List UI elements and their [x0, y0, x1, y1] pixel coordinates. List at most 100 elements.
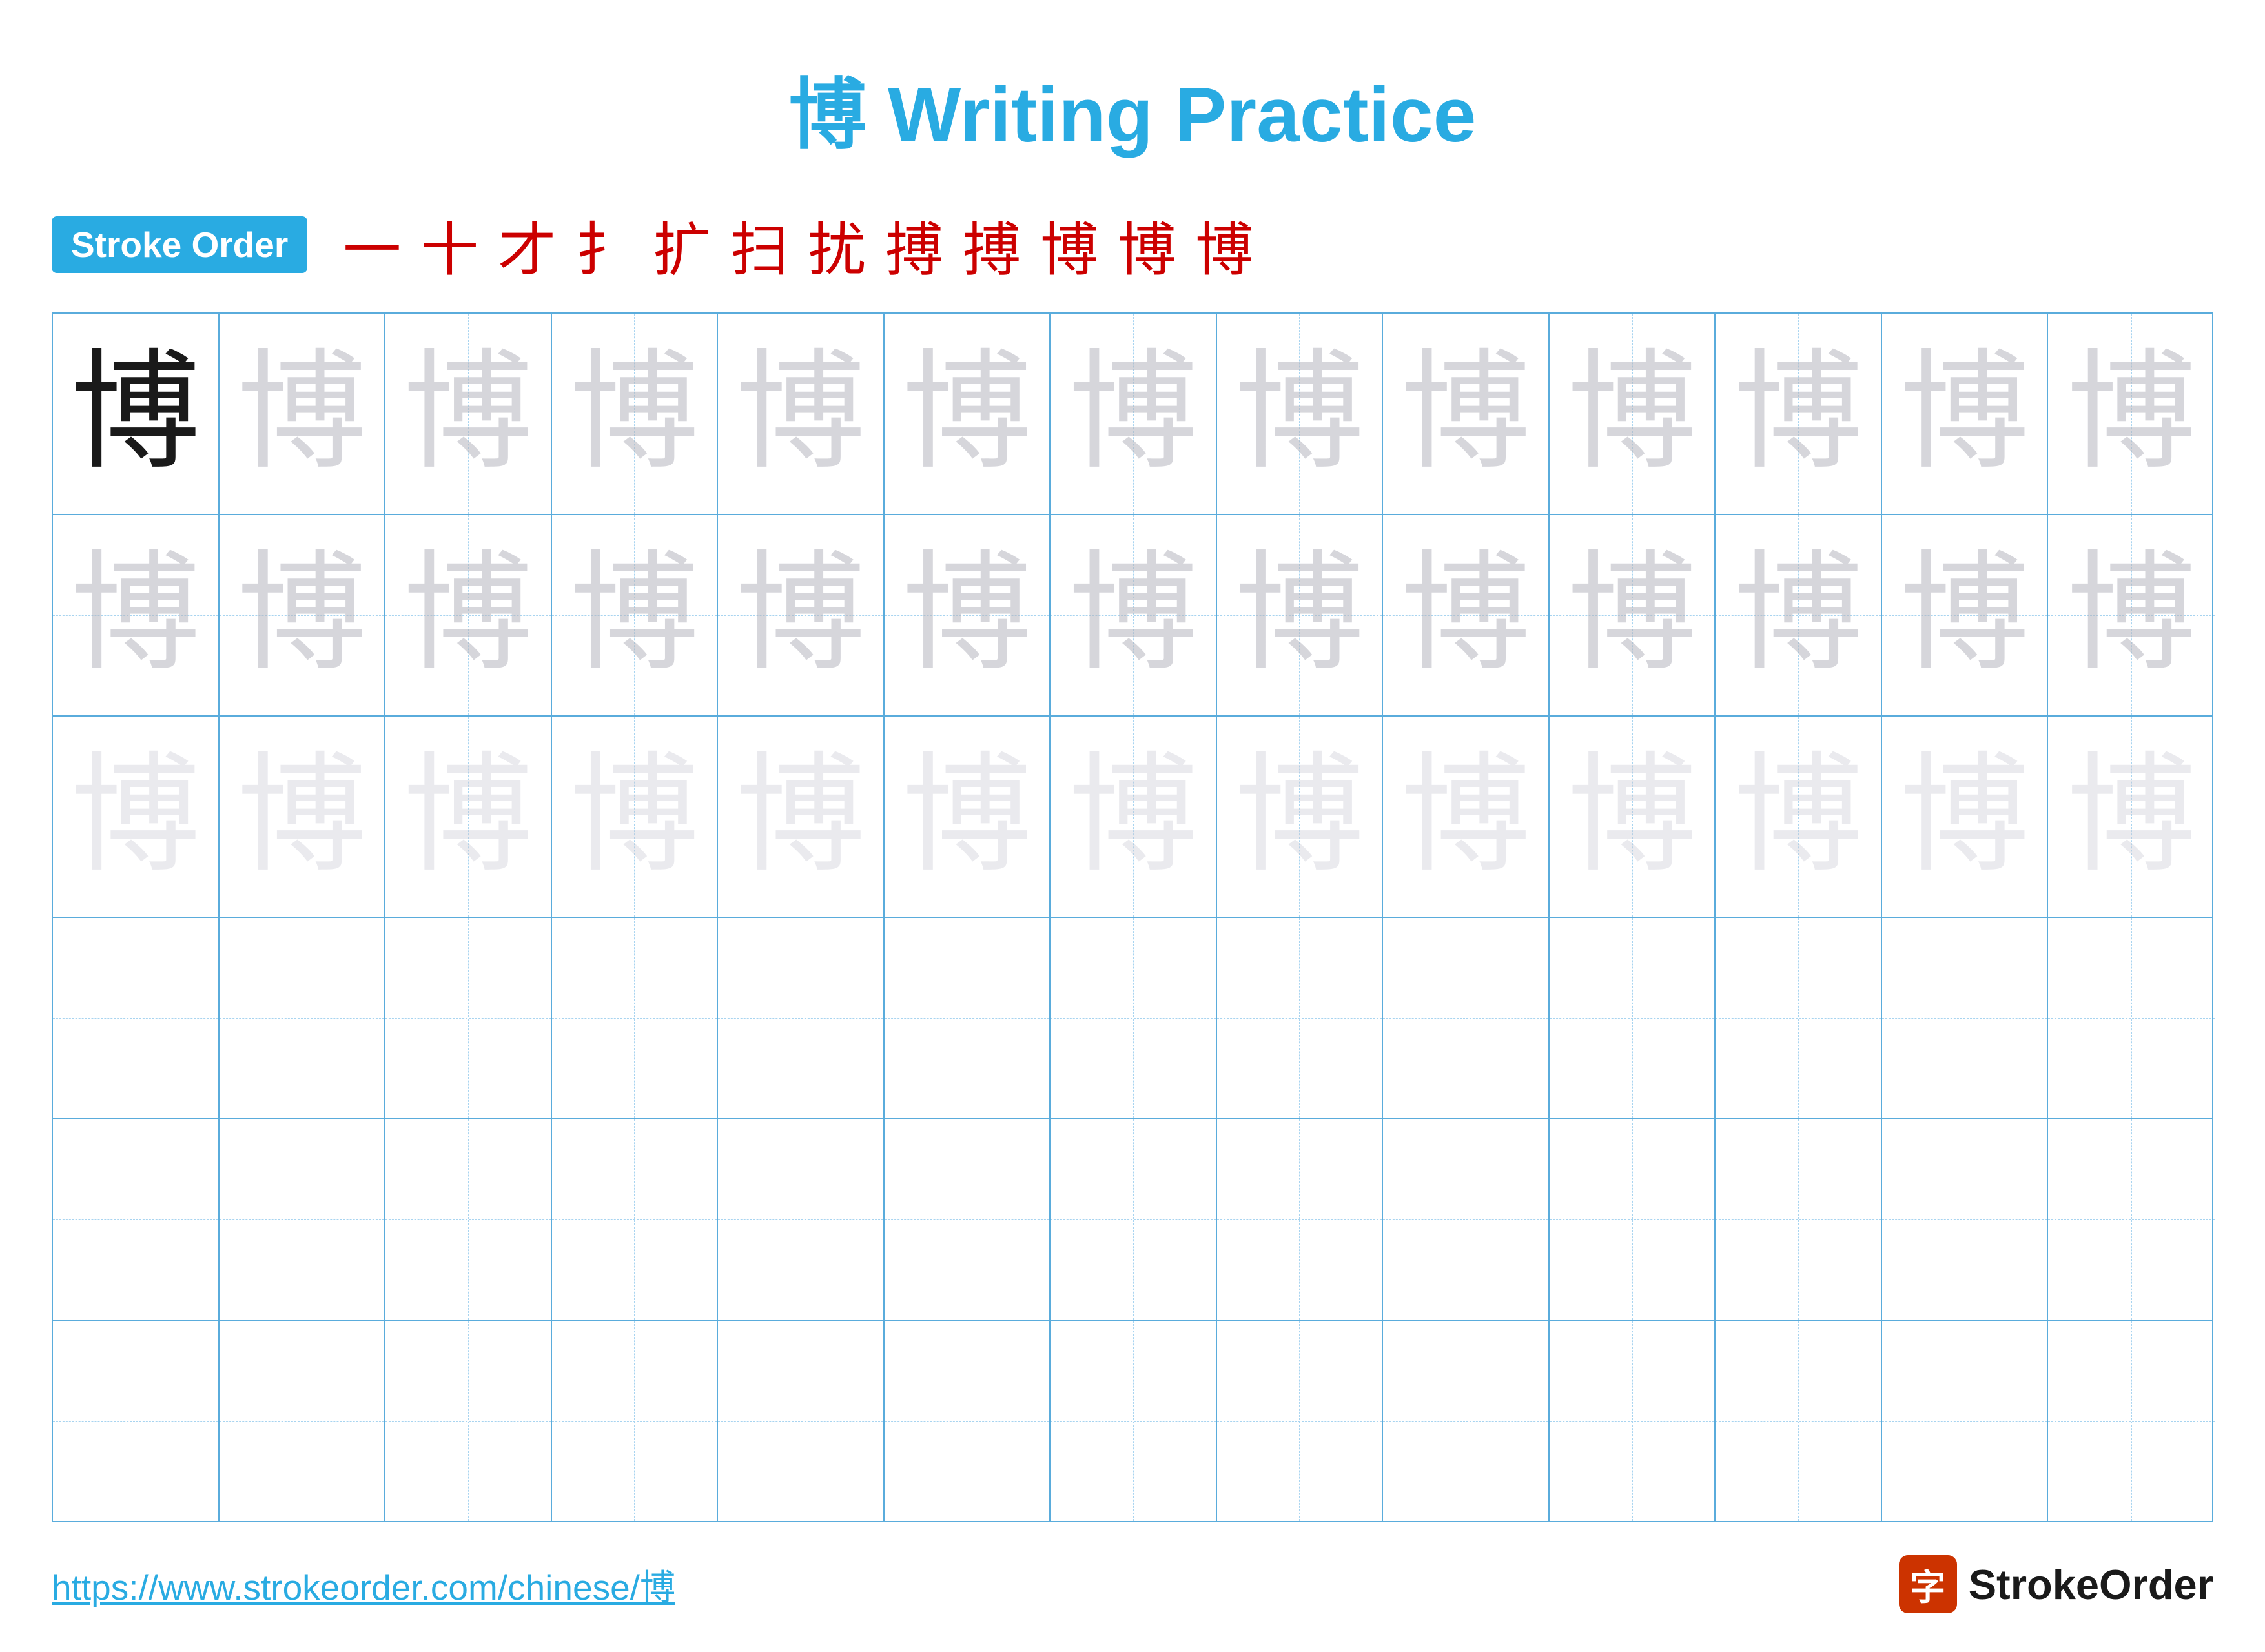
- cell-5-12[interactable]: [1882, 1119, 2049, 1320]
- cell-4-10[interactable]: [1550, 918, 1716, 1118]
- cell-2-2[interactable]: 博: [220, 515, 386, 715]
- cell-5-4[interactable]: [552, 1119, 719, 1320]
- cell-1-3[interactable]: 博: [385, 314, 552, 514]
- grid-row-3: 博 博 博 博 博 博 博 博 博 博 博 博 博: [53, 717, 2212, 918]
- cell-2-13[interactable]: 博: [2048, 515, 2215, 715]
- cell-5-7[interactable]: [1051, 1119, 1217, 1320]
- cell-3-9[interactable]: 博: [1383, 717, 1550, 917]
- cell-5-5[interactable]: [718, 1119, 885, 1320]
- cell-1-6[interactable]: 博: [885, 314, 1051, 514]
- cell-4-11[interactable]: [1716, 918, 1882, 1118]
- stroke-6: 扫: [730, 203, 788, 287]
- stroke-order-row: Stroke Order 一 十 才 扌 扩 扫 扰 搏 搏 博 博 博: [52, 203, 2213, 287]
- cell-6-11[interactable]: [1716, 1321, 1882, 1521]
- cell-6-10[interactable]: [1550, 1321, 1716, 1521]
- cell-2-6[interactable]: 博: [885, 515, 1051, 715]
- stroke-11: 博: [1118, 203, 1176, 287]
- cell-2-9[interactable]: 博: [1383, 515, 1550, 715]
- stroke-8: 搏: [885, 203, 943, 287]
- cell-4-9[interactable]: [1383, 918, 1550, 1118]
- grid-row-4: [53, 918, 2212, 1119]
- cell-3-5[interactable]: 博: [718, 717, 885, 917]
- cell-5-10[interactable]: [1550, 1119, 1716, 1320]
- stroke-3: 才: [498, 203, 556, 287]
- cell-1-9[interactable]: 博: [1383, 314, 1550, 514]
- cell-2-12[interactable]: 博: [1882, 515, 2049, 715]
- cell-1-11[interactable]: 博: [1716, 314, 1882, 514]
- cell-1-8[interactable]: 博: [1217, 314, 1384, 514]
- cell-2-5[interactable]: 博: [718, 515, 885, 715]
- cell-3-4[interactable]: 博: [552, 717, 719, 917]
- grid-row-6: [53, 1321, 2212, 1521]
- cell-3-7[interactable]: 博: [1051, 717, 1217, 917]
- grid-row-5: [53, 1119, 2212, 1321]
- cell-1-12[interactable]: 博: [1882, 314, 2049, 514]
- stroke-4: 扌: [575, 203, 633, 287]
- cell-6-7[interactable]: [1051, 1321, 1217, 1521]
- cell-3-2[interactable]: 博: [220, 717, 386, 917]
- cell-5-9[interactable]: [1383, 1119, 1550, 1320]
- cell-1-5[interactable]: 博: [718, 314, 885, 514]
- cell-4-2[interactable]: [220, 918, 386, 1118]
- cell-4-7[interactable]: [1051, 918, 1217, 1118]
- cell-4-3[interactable]: [385, 918, 552, 1118]
- cell-6-1[interactable]: [53, 1321, 220, 1521]
- cell-5-11[interactable]: [1716, 1119, 1882, 1320]
- cell-3-1[interactable]: 博: [53, 717, 220, 917]
- cell-1-10[interactable]: 博: [1550, 314, 1716, 514]
- stroke-5: 扩: [653, 203, 711, 287]
- cell-6-9[interactable]: [1383, 1321, 1550, 1521]
- cell-4-4[interactable]: [552, 918, 719, 1118]
- cell-6-5[interactable]: [718, 1321, 885, 1521]
- cell-4-8[interactable]: [1217, 918, 1384, 1118]
- cell-4-6[interactable]: [885, 918, 1051, 1118]
- footer: https://www.strokeorder.com/chinese/博 字 …: [52, 1555, 2213, 1613]
- cell-1-2[interactable]: 博: [220, 314, 386, 514]
- cell-6-4[interactable]: [552, 1321, 719, 1521]
- cell-5-2[interactable]: [220, 1119, 386, 1320]
- cell-2-1[interactable]: 博: [53, 515, 220, 715]
- footer-url[interactable]: https://www.strokeorder.com/chinese/博: [52, 1558, 675, 1610]
- footer-logo: 字 StrokeOrder: [1899, 1555, 2213, 1613]
- cell-1-1[interactable]: 博: [53, 314, 220, 514]
- cell-6-6[interactable]: [885, 1321, 1051, 1521]
- cell-5-1[interactable]: [53, 1119, 220, 1320]
- cell-4-1[interactable]: [53, 918, 220, 1118]
- char-solid: 博: [71, 349, 200, 478]
- cell-3-8[interactable]: 博: [1217, 717, 1384, 917]
- grid-row-2: 博 博 博 博 博 博 博 博 博 博 博 博 博: [53, 515, 2212, 717]
- cell-3-10[interactable]: 博: [1550, 717, 1716, 917]
- stroke-1: 一: [343, 203, 401, 287]
- cell-3-6[interactable]: 博: [885, 717, 1051, 917]
- cell-3-12[interactable]: 博: [1882, 717, 2049, 917]
- cell-6-2[interactable]: [220, 1321, 386, 1521]
- cell-5-8[interactable]: [1217, 1119, 1384, 1320]
- cell-2-3[interactable]: 博: [385, 515, 552, 715]
- practice-grid: 博 博 博 博 博 博 博 博 博 博 博 博 博 博 博 博 博 博 博 博 …: [52, 312, 2213, 1522]
- cell-1-7[interactable]: 博: [1051, 314, 1217, 514]
- cell-5-3[interactable]: [385, 1119, 552, 1320]
- cell-5-6[interactable]: [885, 1119, 1051, 1320]
- cell-6-13[interactable]: [2048, 1321, 2215, 1521]
- cell-1-13[interactable]: 博: [2048, 314, 2215, 514]
- cell-2-7[interactable]: 博: [1051, 515, 1217, 715]
- cell-2-8[interactable]: 博: [1217, 515, 1384, 715]
- cell-6-3[interactable]: [385, 1321, 552, 1521]
- cell-4-5[interactable]: [718, 918, 885, 1118]
- cell-4-12[interactable]: [1882, 918, 2049, 1118]
- cell-3-11[interactable]: 博: [1716, 717, 1882, 917]
- grid-row-1: 博 博 博 博 博 博 博 博 博 博 博 博 博: [53, 314, 2212, 515]
- cell-2-11[interactable]: 博: [1716, 515, 1882, 715]
- cell-4-13[interactable]: [2048, 918, 2215, 1118]
- cell-3-3[interactable]: 博: [385, 717, 552, 917]
- page-title: 博 Writing Practice: [0, 52, 2265, 164]
- cell-6-8[interactable]: [1217, 1321, 1384, 1521]
- cell-2-4[interactable]: 博: [552, 515, 719, 715]
- cell-1-4[interactable]: 博: [552, 314, 719, 514]
- cell-5-13[interactable]: [2048, 1119, 2215, 1320]
- stroke-2: 十: [420, 203, 478, 287]
- cell-3-13[interactable]: 博: [2048, 717, 2215, 917]
- cell-2-10[interactable]: 博: [1550, 515, 1716, 715]
- stroke-7: 扰: [808, 203, 866, 287]
- cell-6-12[interactable]: [1882, 1321, 2049, 1521]
